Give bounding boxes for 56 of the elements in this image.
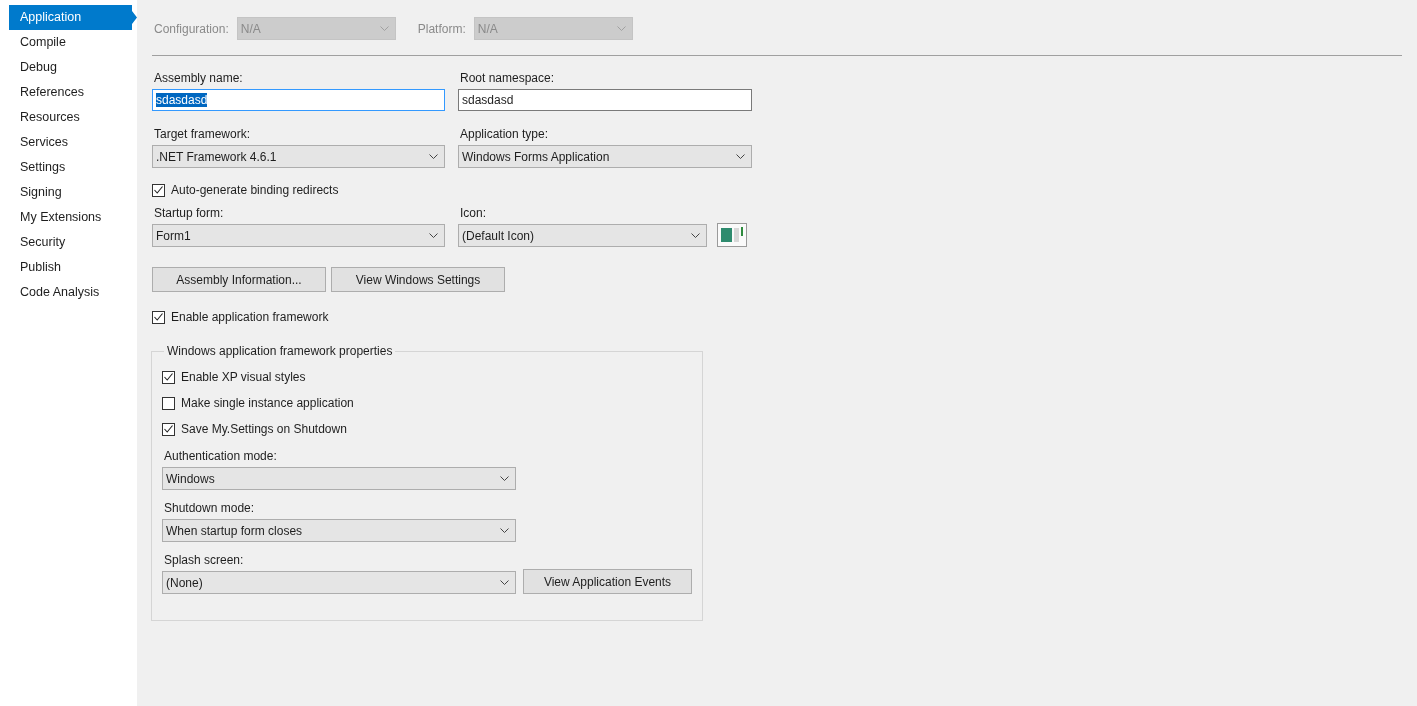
sidebar-item[interactable]: Resources bbox=[9, 105, 137, 130]
chevron-down-icon bbox=[429, 154, 438, 159]
checkbox-label: Make single instance application bbox=[181, 396, 354, 410]
checkbox-label: Enable XP visual styles bbox=[181, 370, 306, 384]
sidebar-item[interactable]: Application bbox=[9, 5, 137, 30]
field-label: Assembly name: bbox=[153, 71, 244, 85]
checkbox-label: Enable application framework bbox=[171, 310, 329, 324]
chevron-down-icon bbox=[616, 26, 626, 31]
dropdown[interactable]: Windows bbox=[162, 467, 516, 490]
sidebar-item[interactable]: Debug bbox=[9, 55, 137, 80]
chevron-down-icon bbox=[691, 233, 700, 238]
view-windows-settings-button[interactable]: View Windows Settings bbox=[331, 267, 505, 292]
view-application-events-button[interactable]: View Application Events bbox=[523, 569, 692, 594]
sidebar-item[interactable]: Security bbox=[9, 230, 137, 255]
dropdown[interactable]: When startup form closes bbox=[162, 519, 516, 542]
chevron-down-icon bbox=[500, 580, 509, 585]
field-label: Icon: bbox=[459, 206, 487, 220]
assembly-information-button[interactable]: Assembly Information... bbox=[152, 267, 326, 292]
sidebar-item[interactable]: Code Analysis bbox=[9, 280, 137, 305]
dropdown[interactable]: (Default Icon) bbox=[458, 224, 707, 247]
configuration-label: Configuration: bbox=[154, 21, 229, 36]
dropdown[interactable]: (None) bbox=[162, 571, 516, 594]
sidebar-item[interactable]: My Extensions bbox=[9, 205, 137, 230]
group-title: Windows application framework properties bbox=[166, 344, 394, 358]
checkbox-label: Save My.Settings on Shutdown bbox=[181, 422, 347, 436]
text-field[interactable]: sdasdasd bbox=[458, 89, 752, 111]
field-label: Root namespace: bbox=[459, 71, 556, 85]
field-label: Target framework: bbox=[153, 127, 252, 141]
checkbox-label: Auto-generate binding redirects bbox=[171, 183, 339, 197]
sidebar-item[interactable]: Settings bbox=[9, 155, 137, 180]
field-label: Shutdown mode: bbox=[163, 501, 256, 515]
field-label: Application type: bbox=[459, 127, 550, 141]
checkbox[interactable] bbox=[152, 183, 165, 197]
chevron-down-icon bbox=[500, 476, 509, 481]
chevron-down-icon bbox=[736, 154, 745, 159]
checkbox[interactable] bbox=[162, 422, 175, 436]
dropdown[interactable]: Windows Forms Application bbox=[458, 145, 752, 168]
checkbox[interactable] bbox=[162, 396, 175, 410]
icon-preview-icon bbox=[717, 223, 747, 247]
text-field[interactable]: sdasdasd bbox=[152, 89, 445, 111]
sidebar-item[interactable]: Signing bbox=[9, 180, 137, 205]
field-label: Startup form: bbox=[153, 206, 225, 220]
field-label: Authentication mode: bbox=[163, 449, 278, 463]
checkbox[interactable] bbox=[162, 370, 175, 384]
chevron-down-icon bbox=[500, 528, 509, 533]
sidebar-item[interactable]: Services bbox=[9, 130, 137, 155]
sidebar-item[interactable]: Compile bbox=[9, 30, 137, 55]
chevron-down-icon bbox=[379, 26, 389, 31]
sidebar-item[interactable]: References bbox=[9, 80, 137, 105]
dropdown[interactable]: .NET Framework 4.6.1 bbox=[152, 145, 445, 168]
platform-label: Platform: bbox=[417, 21, 466, 36]
chevron-down-icon bbox=[429, 233, 438, 238]
sidebar-item[interactable]: Publish bbox=[9, 255, 137, 280]
dropdown[interactable]: Form1 bbox=[152, 224, 445, 247]
checkbox[interactable] bbox=[152, 310, 165, 324]
field-label: Splash screen: bbox=[163, 553, 245, 567]
